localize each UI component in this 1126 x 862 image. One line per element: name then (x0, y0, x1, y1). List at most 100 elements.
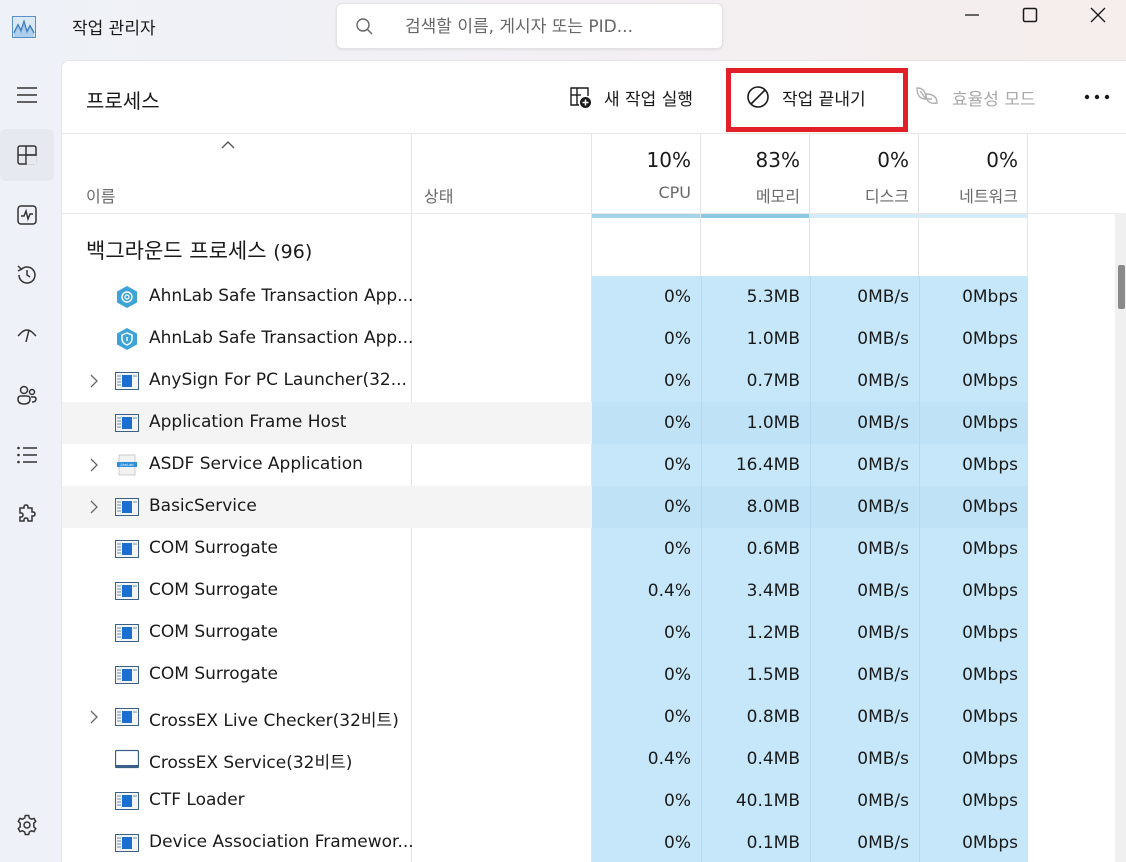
process-cpu: 0% (592, 696, 701, 738)
close-button[interactable] (1070, 0, 1126, 30)
page-title: 프로세스 (86, 89, 160, 113)
app-window-icon (115, 537, 139, 561)
process-memory: 1.5MB (701, 654, 810, 696)
scrollbar-thumb[interactable] (1118, 265, 1125, 309)
process-row[interactable]: COM Surrogate 0% 0.6MB 0MB/s 0Mbps (62, 528, 1028, 570)
efficiency-mode-button[interactable]: 효율성 모드 (914, 75, 1036, 119)
process-network: 0Mbps (919, 318, 1028, 360)
process-row[interactable]: CrossEX Live Checker(32비트) 0% 0.8MB 0MB/… (62, 696, 1028, 738)
process-network: 0Mbps (919, 612, 1028, 654)
process-row[interactable]: BasicService 0% 8.0MB 0MB/s 0Mbps (62, 486, 1028, 528)
process-row[interactable]: AhnLab ASDF Service Application 0% 16.4M… (62, 444, 1028, 486)
process-network: 0Mbps (919, 486, 1028, 528)
nav-item-users[interactable] (0, 369, 54, 421)
process-row[interactable]: COM Surrogate 0% 1.2MB 0MB/s 0Mbps (62, 612, 1028, 654)
app-window-icon (115, 789, 139, 813)
chevron-right-icon[interactable] (88, 457, 100, 473)
disk-total-percent: 0% (877, 148, 909, 172)
nav-item-details[interactable] (0, 429, 54, 481)
speedometer-icon (17, 329, 37, 343)
process-cpu: 0% (592, 780, 701, 822)
memory-heat-bar (701, 214, 810, 218)
process-row[interactable]: AhnLab Safe Transaction App... 0% 1.0MB … (62, 318, 1028, 360)
process-row[interactable]: CrossEX Service(32비트) 0.4% 0.4MB 0MB/s 0… (62, 738, 1028, 780)
column-header-memory[interactable]: 83% 메모리 (701, 134, 810, 218)
search-icon (356, 18, 373, 35)
process-network: 0Mbps (919, 570, 1028, 612)
vertical-scrollbar[interactable] (1115, 213, 1126, 862)
process-network: 0Mbps (919, 528, 1028, 570)
process-status (412, 318, 592, 360)
process-row[interactable]: COM Surrogate 0.4% 3.4MB 0MB/s 0Mbps (62, 570, 1028, 612)
minimize-button[interactable] (944, 0, 1000, 30)
run-new-task-button[interactable]: 새 작업 실행 (568, 75, 693, 119)
process-row[interactable]: COM Surrogate 0% 1.5MB 0MB/s 0Mbps (62, 654, 1028, 696)
process-name: AhnLab Safe Transaction App... (149, 286, 414, 306)
process-status (412, 570, 592, 612)
end-task-label: 작업 끝내기 (782, 89, 866, 110)
nav-item-processes[interactable] (0, 129, 54, 181)
nav-item-performance[interactable] (0, 189, 54, 241)
leaf-icon (916, 87, 938, 104)
process-name: CTF Loader (149, 790, 245, 810)
nav-item-app-history[interactable] (0, 249, 54, 301)
column-header-name[interactable]: 이름 (86, 183, 115, 207)
sort-ascending-icon[interactable] (220, 139, 236, 151)
process-status (412, 444, 592, 486)
disk-heat-bar (810, 214, 919, 218)
process-row[interactable]: CTF Loader 0% 40.1MB 0MB/s 0Mbps (62, 780, 1028, 822)
nav-item-settings[interactable] (0, 799, 54, 851)
process-row[interactable]: Application Frame Host 0% 1.0MB 0MB/s 0M… (62, 402, 1028, 444)
process-disk: 0MB/s (810, 738, 919, 780)
disk-label: 디스크 (864, 187, 909, 206)
chevron-right-icon[interactable] (88, 499, 100, 515)
processes-panel: 프로세스 새 작업 실행 작업 끝내기 효율성 모드 이름 상태 10% CPU… (61, 60, 1126, 862)
process-list: AhnLab Safe Transaction App... 0% 5.3MB … (62, 276, 1028, 862)
process-row[interactable]: AhnLab Safe Transaction App... 0% 5.3MB … (62, 276, 1028, 318)
process-cpu: 0% (592, 360, 701, 402)
process-row[interactable]: AnySign For PC Launcher(32... 0% 0.7MB 0… (62, 360, 1028, 402)
process-name-cell: Application Frame Host (62, 402, 412, 444)
process-name: AhnLab Safe Transaction App... (149, 328, 414, 348)
process-name: AnySign For PC Launcher(32... (149, 370, 407, 390)
svg-text:AhnLab: AhnLab (120, 463, 134, 467)
search-box[interactable] (336, 3, 723, 49)
title-bar: 작업 관리자 (0, 0, 1126, 56)
group-title-background-processes: 백그라운드 프로세스 (96) (86, 235, 312, 265)
process-disk: 0MB/s (810, 444, 919, 486)
app-window-icon (115, 369, 139, 393)
ahnlab-gear-icon (115, 285, 139, 309)
memory-label: 메모리 (755, 187, 800, 206)
column-divider (918, 214, 919, 276)
process-memory: 16.4MB (701, 444, 810, 486)
process-network: 0Mbps (919, 696, 1028, 738)
nav-menu-button[interactable] (0, 69, 54, 121)
process-name-cell: COM Surrogate (62, 528, 412, 570)
column-header-status[interactable]: 상태 (424, 183, 453, 207)
process-row[interactable]: Device Association Framewor... 0% 0.1MB … (62, 822, 1028, 862)
process-name: Application Frame Host (149, 412, 347, 432)
chevron-right-icon[interactable] (88, 709, 100, 725)
process-disk: 0MB/s (810, 318, 919, 360)
maximize-button[interactable] (1002, 0, 1058, 30)
ahnlab-file-icon: AhnLab (115, 453, 139, 477)
more-options-button[interactable] (1080, 75, 1114, 119)
app-window-icon (115, 579, 139, 603)
app-title: 작업 관리자 (72, 19, 156, 39)
block-icon (747, 86, 769, 108)
column-header-disk[interactable]: 0% 디스크 (810, 134, 919, 218)
nav-item-startup[interactable] (0, 309, 54, 361)
column-divider[interactable] (1027, 134, 1028, 214)
process-disk: 0MB/s (810, 402, 919, 444)
process-cpu: 0% (592, 276, 701, 318)
chevron-right-icon[interactable] (88, 373, 100, 389)
history-icon (17, 265, 36, 284)
process-disk: 0MB/s (810, 696, 919, 738)
process-name: COM Surrogate (149, 580, 278, 600)
search-input[interactable] (405, 13, 705, 41)
nav-item-services[interactable] (0, 489, 54, 541)
column-header-cpu[interactable]: 10% CPU (592, 134, 701, 218)
column-header-network[interactable]: 0% 네트워크 (919, 134, 1028, 218)
end-task-button[interactable]: 작업 끝내기 (746, 75, 866, 119)
process-network: 0Mbps (919, 654, 1028, 696)
